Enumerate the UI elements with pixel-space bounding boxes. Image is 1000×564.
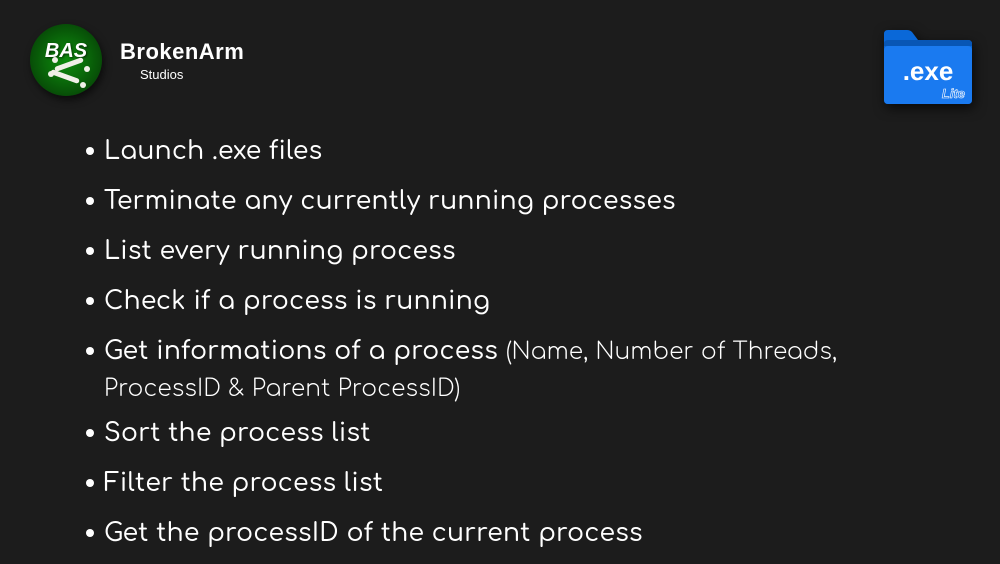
brand-subtitle: Studios [140, 67, 244, 82]
bullet-icon [86, 297, 94, 305]
feature-text: Sort the process list [104, 419, 371, 447]
bullet-icon [86, 529, 94, 537]
exe-icon-badge: Lite [942, 86, 965, 101]
exe-folder-icon: .exe Lite [878, 18, 978, 113]
feature-detail-continued: ProcessID & Parent ProcessID) [104, 377, 960, 402]
bas-logo-icon: BAS [30, 24, 102, 96]
list-item: Get informations of a process (Name, Num… [86, 332, 960, 371]
list-item: Sort the process list [86, 414, 960, 452]
feature-text: Launch .exe files [104, 137, 322, 165]
list-item: Check if a process is running [86, 282, 960, 320]
list-item: Launch .exe files [86, 132, 960, 170]
feature-text: Terminate any currently running processe… [104, 187, 676, 215]
feature-text: Filter the process list [104, 469, 383, 497]
list-item: Terminate any currently running processe… [86, 182, 960, 220]
bullet-icon [86, 479, 94, 487]
bullet-icon [86, 197, 94, 205]
brand-text-block: BrokenArm Studios [120, 39, 244, 82]
bullet-icon [86, 247, 94, 255]
feature-list: Launch .exe files Terminate any currentl… [86, 132, 960, 564]
feature-text: Check if a process is running [104, 287, 490, 315]
bullet-icon [86, 347, 94, 355]
feature-text: Get informations of a process [104, 337, 498, 365]
feature-text: List every running process [104, 237, 456, 265]
feature-text: Get the processID of the current process [104, 519, 643, 547]
bullet-icon [86, 429, 94, 437]
list-item: Filter the process list [86, 464, 960, 502]
list-item: Get the processID of the current process [86, 514, 960, 552]
bones-icon [50, 64, 90, 94]
exe-icon-label: .exe [903, 56, 954, 86]
bullet-icon [86, 147, 94, 155]
feature-detail: (Name, Number of Threads, [506, 340, 838, 365]
list-item: List every running process [86, 232, 960, 270]
brand-name: BrokenArm [120, 39, 244, 65]
brand-header: BAS BrokenArm Studios [30, 24, 244, 96]
